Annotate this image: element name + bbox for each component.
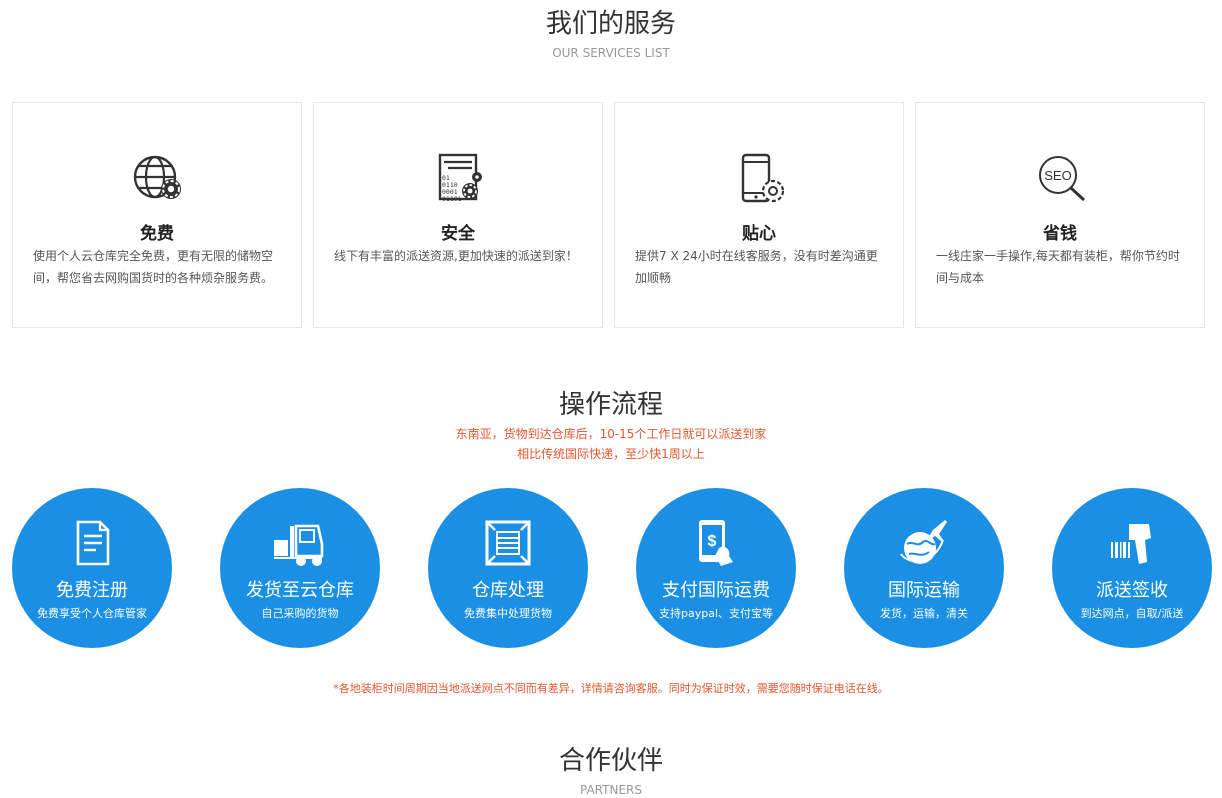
document-icon xyxy=(76,520,110,566)
partners-subtitle: PARTNERS xyxy=(580,783,642,797)
partners-title: 合作伙伴 xyxy=(558,746,663,776)
seo-text: SEO xyxy=(1044,168,1071,183)
process-steps: 免费注册 免费享受个人仓库管家 发货至云仓库 自己采购的货物 仓库处理 免费集中… xyxy=(12,488,1212,650)
svg-text:$: $ xyxy=(708,533,717,550)
step-subtitle: 自己采购的货物 xyxy=(261,607,339,620)
service-card-desc: 一线庄家一手操作,每天都有装柜，帮你节约时间与成本 xyxy=(936,249,1180,285)
seo-magnifier-icon: SEO xyxy=(1039,156,1086,202)
service-card-safe: 01 0110 0001 01101 安全 线下有丰富的派送资源,更加快速的派送… xyxy=(313,102,603,328)
services-title: 我们的服务 xyxy=(545,9,676,39)
svg-text:01101: 01101 xyxy=(442,195,462,203)
step-subtitle: 支持paypal、支付宝等 xyxy=(658,607,773,620)
mobile-payment-icon: $ xyxy=(699,520,733,566)
services-subtitle: OUR SERVICES LIST xyxy=(552,46,670,60)
step-international-shipping[interactable]: 国际运输 发货，运输，清关 xyxy=(844,488,1004,648)
process-line-1: 东南亚，货物到达仓库后，10-15个工作日就可以派送到家 xyxy=(455,427,767,441)
step-title: 免费注册 xyxy=(56,580,128,601)
step-title: 发货至云仓库 xyxy=(246,580,354,601)
partners-header: 合作伙伴 PARTNERS xyxy=(0,746,1222,798)
globe-airplane-icon xyxy=(900,520,947,564)
step-subtitle: 免费享受个人仓库管家 xyxy=(37,607,147,620)
service-card-title: 免费 xyxy=(140,224,174,244)
step-title: 派送签收 xyxy=(1096,580,1168,601)
process-title: 操作流程 xyxy=(558,390,663,420)
barcode-scanner-icon xyxy=(1111,524,1151,564)
phone-gear-icon xyxy=(741,153,785,203)
service-card-title: 安全 xyxy=(441,224,475,244)
process-header: 操作流程 东南亚，货物到达仓库后，10-15个工作日就可以派送到家 相比传统国际… xyxy=(0,390,1222,464)
service-card-free: 免费 使用个人云仓库完全免费，更有无限的储物空间，帮您省去网购国货时的各种烦杂服… xyxy=(12,102,302,328)
globe-gear-icon xyxy=(133,155,181,199)
step-title: 国际运输 xyxy=(888,580,960,601)
service-card-desc: 线下有丰富的派送资源,更加快速的派送到家！ xyxy=(334,249,578,263)
process-line-2: 相比传统国际快递，至少快1周以上 xyxy=(517,447,705,461)
step-register[interactable]: 免费注册 免费享受个人仓库管家 xyxy=(12,488,172,648)
service-card-title: 贴心 xyxy=(742,224,776,244)
process-notice: *各地装柜时间周期因当地派送网点不同而有差异，详情请咨询客服。同时为保证时效，需… xyxy=(333,682,889,695)
forklift-icon xyxy=(274,524,324,566)
step-subtitle: 免费集中处理货物 xyxy=(464,607,552,620)
service-card-desc: 提供7 X 24小时在线客服务，没有时差沟通更加顺畅 xyxy=(635,249,878,285)
step-title: 仓库处理 xyxy=(472,580,544,601)
services-cards: 免费 使用个人云仓库完全免费，更有无限的储物空间，帮您省去网购国货时的各种烦杂服… xyxy=(12,102,1210,330)
step-warehouse-processing[interactable]: 仓库处理 免费集中处理货物 xyxy=(428,488,588,648)
services-header: 我们的服务 OUR SERVICES LIST xyxy=(0,9,1222,61)
step-subtitle: 发货，运输，清关 xyxy=(880,607,968,620)
service-card-desc: 使用个人云仓库完全免费，更有无限的储物空间，帮您省去网购国货时的各种烦杂服务费。 xyxy=(33,249,274,285)
step-title: 支付国际运费 xyxy=(662,580,770,601)
step-ship-to-warehouse[interactable]: 发货至云仓库 自己采购的货物 xyxy=(220,488,380,648)
service-card-caring: 贴心 提供7 X 24小时在线客服务，没有时差沟通更加顺畅 xyxy=(614,102,904,328)
step-pay-shipping[interactable]: $ 支付国际运费 支持paypal、支付宝等 xyxy=(636,488,796,648)
document-binary-gear-icon: 01 0110 0001 01101 xyxy=(438,153,482,203)
service-card-save: SEO 省钱 一线庄家一手操作,每天都有装柜，帮你节约时间与成本 xyxy=(915,102,1205,328)
step-subtitle: 到达网点，自取/派送 xyxy=(1080,607,1184,620)
warehouse-icon xyxy=(485,520,531,566)
step-delivery-sign[interactable]: 派送签收 到达网点，自取/派送 xyxy=(1052,488,1212,648)
service-card-title: 省钱 xyxy=(1043,224,1077,244)
